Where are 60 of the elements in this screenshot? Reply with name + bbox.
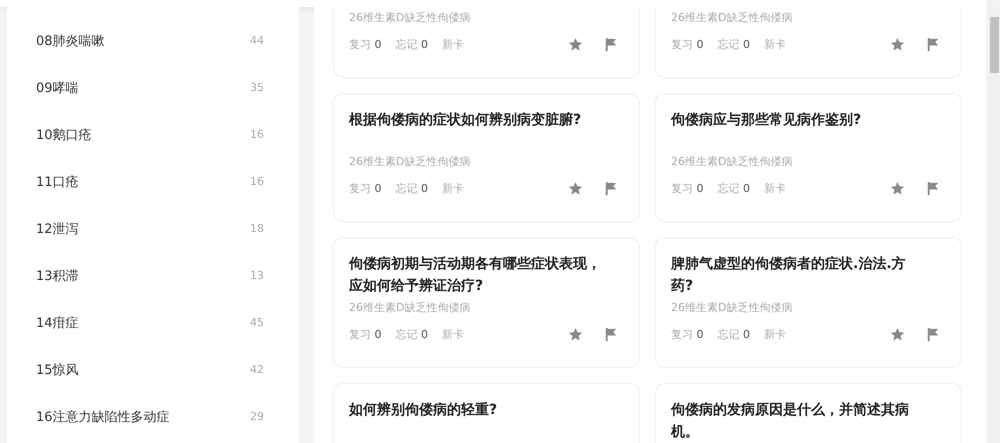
- deck-name: 26维生素D缺乏性佝偻病: [671, 11, 792, 24]
- forget-count: 忘记 0: [396, 180, 428, 196]
- sidebar-item[interactable]: 14疳症 45: [7, 299, 299, 346]
- review-count: 复习 0: [671, 180, 704, 196]
- scrollbar-thumb[interactable]: [990, 17, 999, 73]
- sidebar-item[interactable]: 09哮喘 35: [7, 64, 299, 111]
- forget-count: 忘记 0: [718, 36, 750, 52]
- flag-icon[interactable]: [925, 326, 940, 342]
- flag-icon[interactable]: [925, 180, 940, 196]
- flag-icon[interactable]: [603, 36, 618, 52]
- deck-name: 26维生素D缺乏性佝偻病: [349, 11, 470, 24]
- forget-count: 忘记 0: [396, 36, 428, 52]
- card-title: 佝偻病初期与活动期各有哪些症状表现，应如何给予辨证治疗?: [349, 256, 601, 294]
- question-card[interactable]: 佝偻病初期与活动期各有哪些症状表现，应如何给予辨证治疗? 26维生素D缺乏性佝偻病 复习 0 忘记 0 新卡: [333, 237, 640, 368]
- forget-count: 忘记 0: [718, 180, 750, 196]
- card-status: 新卡: [764, 326, 786, 342]
- question-card[interactable]: 26维生素D缺乏性佝偻病 复习 0 忘记 0 新卡: [655, 7, 962, 78]
- question-card[interactable]: 根据佝偻病的症状如何辨别病变脏腑? 26维生素D缺乏性佝偻病 复习 0 忘记 0 新卡: [333, 93, 640, 222]
- card-status: 新卡: [764, 180, 786, 196]
- flag-icon[interactable]: [925, 36, 940, 52]
- card-title: 脾肺气虚型的佝偻病者的症状.治法.方药?: [671, 256, 906, 294]
- question-card[interactable]: 佝偻病的发病原因是什么，并简述其病机。: [655, 383, 962, 443]
- card-title: 佝偻病应与那些常见病作鉴别?: [671, 112, 862, 128]
- card-title: 如何辨别佝偻病的轻重?: [349, 402, 498, 418]
- sidebar-item[interactable]: 11口疮 16: [7, 158, 299, 205]
- question-card[interactable]: 佝偻病应与那些常见病作鉴别? 26维生素D缺乏性佝偻病 复习 0 忘记 0 新卡: [655, 93, 962, 222]
- sidebar-item[interactable]: 13积滞 13: [7, 252, 299, 299]
- flag-icon[interactable]: [603, 326, 618, 342]
- star-icon[interactable]: [890, 180, 905, 196]
- card-status: 新卡: [442, 326, 464, 342]
- star-icon[interactable]: [568, 326, 583, 342]
- sidebar-item[interactable]: 12泄泻 18: [7, 205, 299, 252]
- forget-count: 忘记 0: [718, 326, 750, 342]
- card-status: 新卡: [442, 180, 464, 196]
- forget-count: 忘记 0: [396, 326, 428, 342]
- star-icon[interactable]: [568, 180, 583, 196]
- card-status: 新卡: [442, 36, 464, 52]
- review-count: 复习 0: [349, 180, 382, 196]
- star-icon[interactable]: [568, 36, 583, 52]
- card-title: 佝偻病的发病原因是什么，并简述其病机。: [671, 402, 909, 440]
- star-icon[interactable]: [890, 36, 905, 52]
- sidebar-item[interactable]: 16注意力缺陷性多动症 29: [7, 393, 299, 440]
- review-count: 复习 0: [671, 36, 704, 52]
- review-count: 复习 0: [349, 326, 382, 342]
- card-status: 新卡: [764, 36, 786, 52]
- question-card[interactable]: 脾肺气虚型的佝偻病者的症状.治法.方药? 26维生素D缺乏性佝偻病 复习 0 忘记 0 新卡: [655, 237, 962, 368]
- deck-name: 26维生素D缺乏性佝偻病: [671, 155, 792, 168]
- star-icon[interactable]: [890, 326, 905, 342]
- review-count: 复习 0: [671, 326, 704, 342]
- question-card[interactable]: 如何辨别佝偻病的轻重?: [333, 383, 640, 443]
- deck-name: 26维生素D缺乏性佝偻病: [671, 301, 792, 314]
- flag-icon[interactable]: [603, 180, 618, 196]
- card-title: 根据佝偻病的症状如何辨别病变脏腑?: [349, 112, 582, 128]
- review-count: 复习 0: [349, 36, 382, 52]
- sidebar-item[interactable]: 08肺炎喘嗽 44: [7, 17, 299, 64]
- sidebar-item[interactable]: 10鹅口疮 16: [7, 111, 299, 158]
- deck-name: 26维生素D缺乏性佝偻病: [349, 155, 470, 168]
- question-card[interactable]: 26维生素D缺乏性佝偻病 复习 0 忘记 0 新卡: [333, 7, 640, 78]
- sidebar-item[interactable]: 15惊风 42: [7, 346, 299, 393]
- deck-name: 26维生素D缺乏性佝偻病: [349, 301, 470, 314]
